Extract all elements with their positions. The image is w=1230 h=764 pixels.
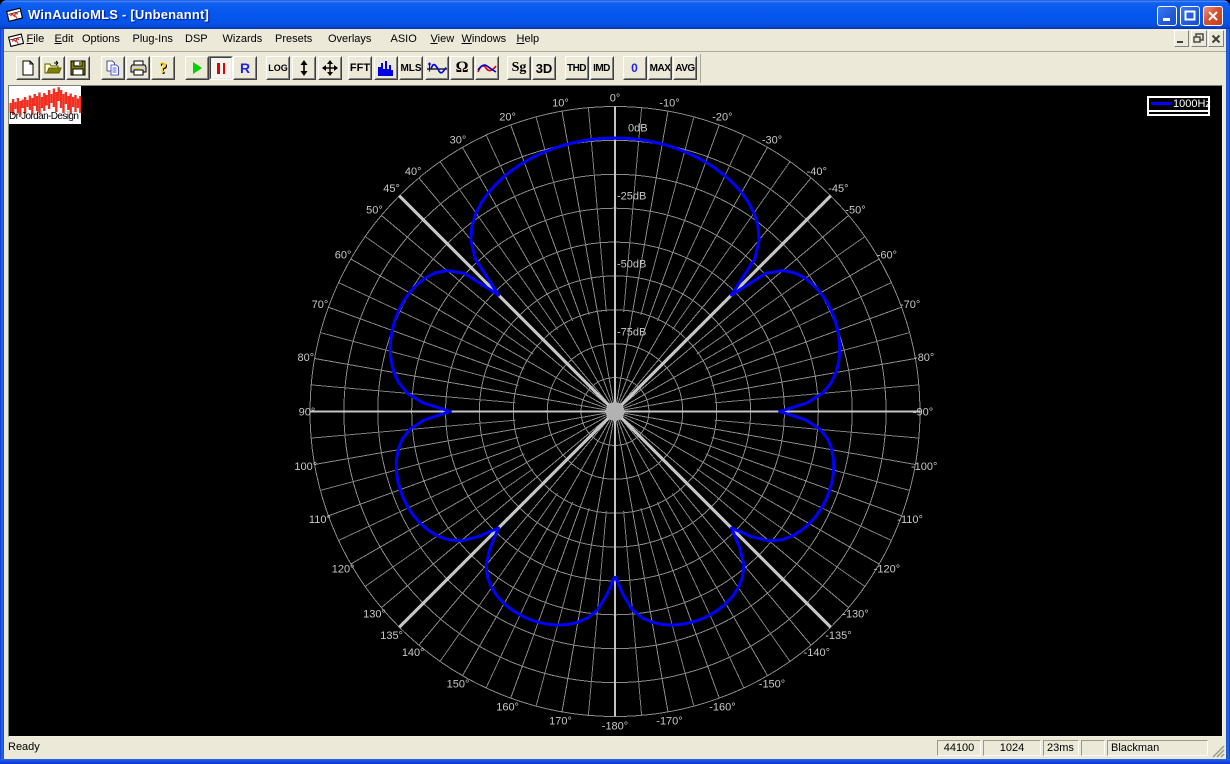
svg-text:-110°: -110°: [897, 514, 923, 526]
svg-text:-160°: -160°: [709, 702, 735, 714]
svg-text:70°: 70°: [312, 299, 329, 311]
svg-text:-80°: -80°: [914, 352, 934, 364]
svg-text:0°: 0°: [610, 93, 621, 105]
svg-text:140°: 140°: [402, 647, 425, 659]
svg-text:-10°: -10°: [659, 97, 679, 109]
svg-text:-50°: -50°: [845, 205, 865, 217]
svg-text:-70°: -70°: [900, 299, 920, 311]
svg-text:-45°: -45°: [828, 183, 848, 195]
svg-text:20°: 20°: [499, 111, 516, 123]
svg-text:45°: 45°: [383, 183, 400, 195]
svg-text:-100°: -100°: [911, 461, 937, 473]
svg-text:170°: 170°: [549, 716, 572, 728]
svg-text:110°: 110°: [309, 514, 331, 526]
svg-text:-60°: -60°: [877, 250, 897, 262]
svg-text:-50dB: -50dB: [617, 259, 646, 271]
svg-text:120°: 120°: [332, 564, 355, 576]
svg-text:-120°: -120°: [874, 564, 900, 576]
svg-text:-135°: -135°: [825, 630, 851, 642]
svg-text:-75dB: -75dB: [617, 327, 646, 339]
svg-text:-90°: -90°: [913, 407, 933, 419]
svg-text:40°: 40°: [405, 166, 422, 178]
svg-text:?: ?: [159, 60, 167, 77]
svg-text:-140°: -140°: [804, 647, 830, 659]
svg-text:-25dB: -25dB: [617, 191, 646, 203]
svg-text:-130°: -130°: [842, 608, 868, 620]
svg-text:10°: 10°: [552, 97, 569, 109]
svg-text:-150°: -150°: [759, 678, 785, 690]
svg-text:150°: 150°: [447, 678, 470, 690]
svg-text:-20°: -20°: [712, 111, 732, 123]
svg-text:-170°: -170°: [656, 716, 682, 728]
svg-text:0dB: 0dB: [628, 123, 648, 135]
svg-text:-30°: -30°: [762, 135, 782, 147]
svg-text:135°: 135°: [380, 630, 403, 642]
svg-text:90°: 90°: [299, 407, 316, 419]
svg-text:100°: 100°: [294, 461, 317, 473]
svg-text:130°: 130°: [363, 608, 386, 620]
svg-text:50°: 50°: [366, 205, 383, 217]
svg-text:80°: 80°: [297, 352, 314, 364]
svg-text:160°: 160°: [496, 702, 519, 714]
svg-text:-40°: -40°: [807, 166, 827, 178]
svg-text:30°: 30°: [450, 135, 467, 147]
svg-text:60°: 60°: [335, 250, 352, 262]
svg-text:-180°: -180°: [602, 721, 628, 733]
